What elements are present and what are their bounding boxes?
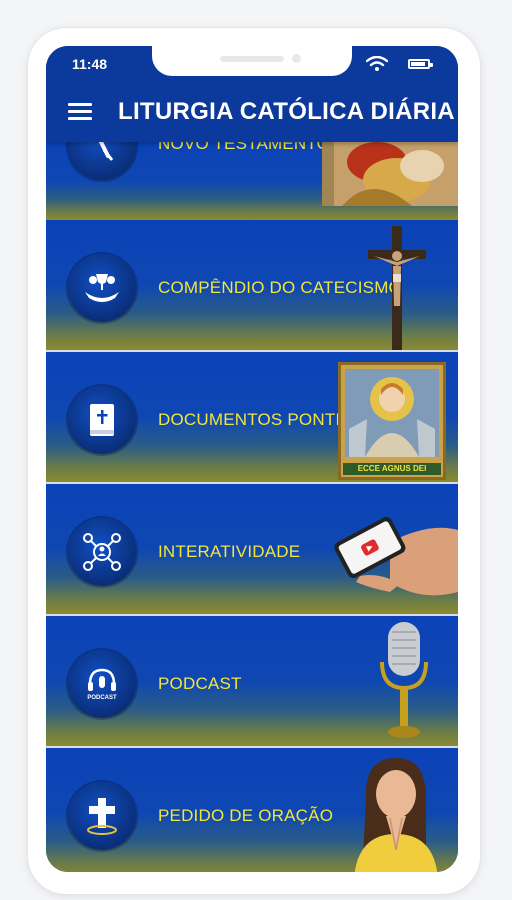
menu-item-compendio-catecismo[interactable]: COMPÊNDIO DO CATECISMO	[46, 220, 458, 352]
hand-holding-phone-image	[334, 516, 458, 596]
menu-item-label: NOVO TESTAMENTO	[158, 142, 331, 153]
menu-item-pedido-oracao[interactable]: PEDIDO DE ORAÇÃO	[46, 748, 458, 872]
chalice-hands-icon	[68, 254, 136, 322]
phone-notch	[152, 46, 352, 76]
front-camera	[292, 54, 301, 63]
crucifix-image	[368, 226, 426, 350]
painting-caption: ECCE AGNUS DEI	[343, 463, 441, 475]
podcast-icon-text: PODCAST	[87, 695, 117, 701]
wifi-icon	[366, 56, 388, 71]
speaker-grille	[220, 56, 284, 62]
ecce-agnus-dei-painting-image: ECCE AGNUS DEI	[338, 362, 446, 480]
network-people-icon	[68, 518, 136, 586]
book-quill-icon	[68, 142, 136, 180]
menu-hamburger-icon[interactable]	[68, 101, 94, 123]
battery-icon	[408, 59, 433, 69]
praying-girl-image	[354, 758, 438, 872]
menu-item-interatividade[interactable]: INTERATIVIDADE	[46, 484, 458, 616]
status-time: 11:48	[72, 56, 108, 72]
podcast-headphones-icon: PODCAST	[68, 650, 136, 718]
menu-item-label: INTERATIVIDADE	[158, 542, 301, 561]
menu-item-documentos-pontificios[interactable]: DOCUMENTOS PONTIFÍCIOS ECCE AGNUS DEI	[46, 352, 458, 484]
microphone-image	[380, 622, 428, 738]
menu-item-novo-testamento[interactable]: NOVO TESTAMENTO	[46, 142, 458, 222]
status-bar: 11:48	[46, 46, 458, 84]
menu-item-podcast[interactable]: PODCAST PODCAST	[46, 616, 458, 748]
app-bar: LITURGIA CATÓLICA DIÁRIA	[46, 84, 458, 142]
cross-icon	[68, 782, 136, 850]
app-title: LITURGIA CATÓLICA DIÁRIA	[118, 98, 455, 125]
menu-item-label: PODCAST	[158, 674, 242, 693]
app-screen: 11:48 LITURGIA CATÓLICA DIÁRIA NOVO TEST…	[46, 46, 458, 872]
bible-cross-icon	[68, 386, 136, 454]
apostle-painting-image	[322, 142, 458, 206]
menu-item-label: PEDIDO DE ORAÇÃO	[158, 806, 334, 825]
